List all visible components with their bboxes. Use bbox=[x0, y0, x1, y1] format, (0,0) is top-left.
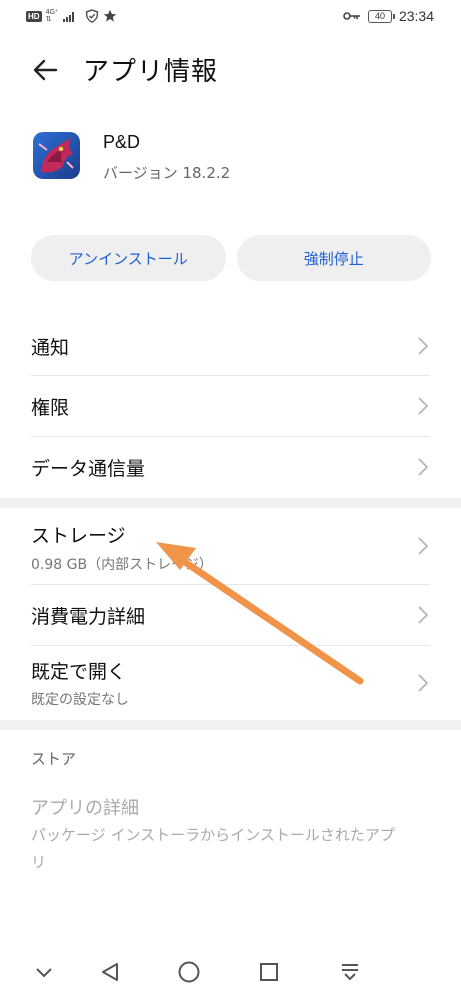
app-details-description: パッケージ インストーラからインストールされたアプリ bbox=[31, 826, 395, 871]
storage-size: 0.98 GB（内部ストレージ） bbox=[31, 557, 213, 573]
app-name: P&D bbox=[103, 132, 141, 152]
hd-badge: HD bbox=[26, 10, 42, 22]
menu-item-label: 消費電力詳細 bbox=[31, 606, 146, 628]
section-title-store: ストア bbox=[31, 750, 77, 768]
triangle-back-icon bbox=[102, 963, 118, 981]
battery-icon: 40 bbox=[367, 9, 395, 23]
menu-item-label: データ通信量 bbox=[31, 458, 146, 480]
chevron-right-icon bbox=[418, 337, 429, 355]
nav-notification-button[interactable] bbox=[336, 958, 364, 986]
nav-back-button[interactable] bbox=[96, 958, 124, 986]
nav-collapse-button[interactable] bbox=[30, 958, 58, 986]
app-icon bbox=[33, 132, 80, 179]
back-button[interactable] bbox=[30, 55, 60, 85]
navigation-bar bbox=[0, 944, 461, 999]
chevron-right-icon bbox=[418, 537, 429, 555]
section-separator bbox=[0, 498, 461, 508]
star-icon bbox=[103, 9, 116, 22]
menu-item-label: 通知 bbox=[31, 337, 70, 359]
key-icon bbox=[343, 12, 360, 20]
app-details-title: アプリの詳細 bbox=[31, 798, 139, 819]
status-left: HD 4G⁺ ⇅ bbox=[26, 9, 117, 23]
menu-item-data-usage[interactable]: データ通信量 bbox=[0, 437, 461, 497]
pull-down-icon bbox=[342, 964, 358, 981]
status-bar: HD 4G⁺ ⇅ 40 23:34 bbox=[0, 0, 461, 34]
nav-home-button[interactable] bbox=[175, 958, 203, 986]
network-indicator: 4G⁺ ⇅ bbox=[46, 9, 59, 23]
network-label: 4G⁺ bbox=[45, 9, 59, 16]
title-bar: アプリ情報 bbox=[0, 45, 461, 93]
menu-item-label: 既定で開く bbox=[31, 661, 127, 683]
shield-icon bbox=[85, 9, 98, 23]
menu-item-storage[interactable]: ストレージ 0.98 GB（内部ストレージ） bbox=[0, 508, 461, 584]
chevron-right-icon bbox=[418, 674, 429, 692]
status-right: 40 23:34 bbox=[343, 8, 434, 24]
app-header: P&D バージョン 18.2.2 bbox=[33, 130, 433, 182]
action-buttons: アンインストール 強制停止 bbox=[31, 235, 431, 281]
menu-item-label: ストレージ bbox=[31, 525, 126, 547]
section-separator bbox=[0, 720, 461, 730]
menu-item-permissions[interactable]: 権限 bbox=[0, 376, 461, 436]
nav-recents-button[interactable] bbox=[255, 958, 283, 986]
app-details-item: アプリの詳細 パッケージ インストーラからインストールされたアプリ bbox=[31, 794, 431, 876]
circle-home-icon bbox=[178, 961, 200, 983]
chevron-right-icon bbox=[418, 397, 429, 415]
network-sub: ⇅ bbox=[45, 16, 52, 23]
clock: 23:34 bbox=[398, 8, 434, 24]
uninstall-button[interactable]: アンインストール bbox=[31, 235, 226, 281]
square-recents-icon bbox=[260, 963, 278, 981]
menu-item-battery-details[interactable]: 消費電力詳細 bbox=[0, 585, 461, 645]
signal-icon bbox=[62, 12, 74, 22]
app-version: バージョン 18.2.2 bbox=[103, 164, 231, 182]
menu-item-notifications[interactable]: 通知 bbox=[0, 317, 461, 375]
chevron-down-icon bbox=[36, 968, 52, 978]
force-stop-button[interactable]: 強制停止 bbox=[236, 235, 431, 281]
page-title: アプリ情報 bbox=[83, 57, 219, 87]
back-arrow-icon bbox=[33, 59, 58, 81]
menu-item-label: 権限 bbox=[31, 397, 70, 419]
open-by-default-status: 既定の設定なし bbox=[31, 692, 129, 708]
chevron-right-icon bbox=[418, 458, 429, 476]
chevron-right-icon bbox=[418, 606, 429, 624]
menu-item-open-by-default[interactable]: 既定で開く 既定の設定なし bbox=[0, 646, 461, 720]
